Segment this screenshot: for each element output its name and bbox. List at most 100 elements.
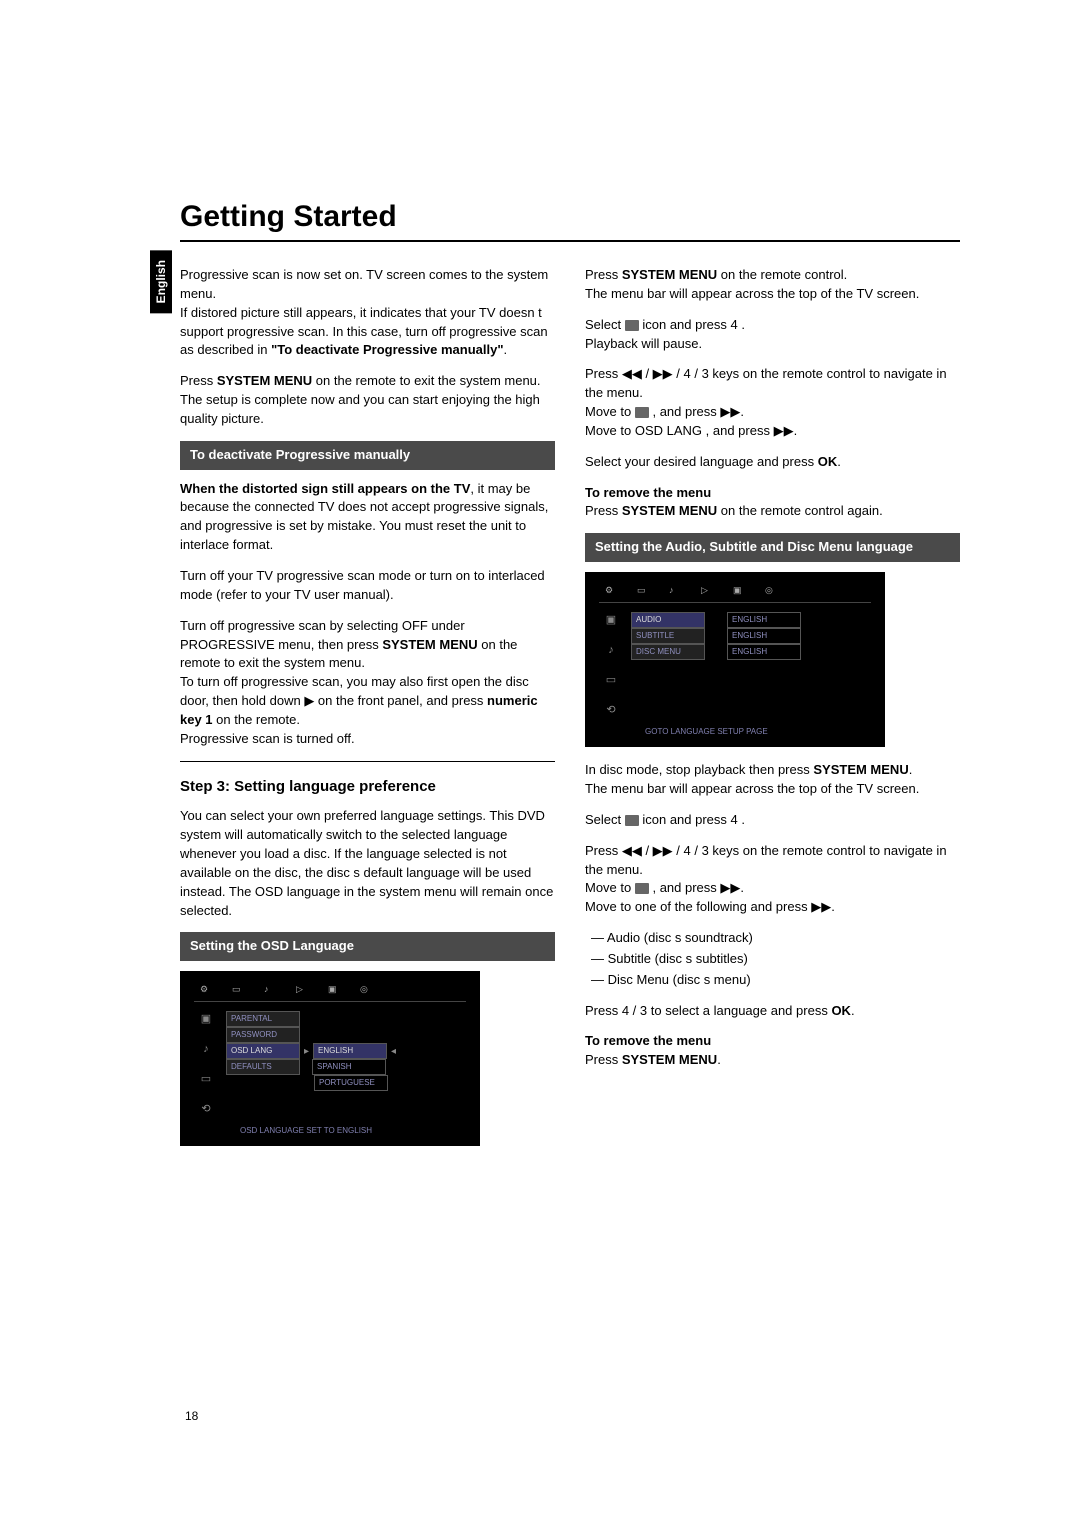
para: Press 4 / 3 to select a language and pre… [585,1002,960,1021]
page-number: 18 [185,1409,198,1423]
osd-side-icon: ♪ [608,643,614,659]
para: You can select your own preferred langua… [180,807,555,920]
para: Select your desired language and press O… [585,453,960,472]
para: Turn off your TV progressive scan mode o… [180,567,555,605]
settings-icon [625,320,639,331]
osd-option: SPANISH [312,1059,386,1075]
text: Select [585,812,625,827]
text: . [851,1003,855,1018]
para: When the distorted sign still appears on… [180,480,555,555]
osd-tab-icon: ♪ [264,983,278,995]
osd-screenshot-2: ⚙ ▭ ♪ ▷ ▣ ◎ ▣ ♪ ▭ ⟲ AUDIO ENGLISH [585,572,885,747]
text: on the remote to exit the system menu. [312,373,540,388]
osd-side-icon: ⟲ [606,703,615,719]
osd-tabs: ⚙ ▭ ♪ ▷ ▣ ◎ [599,582,871,603]
text: , and press ▶▶. [649,404,744,419]
para: Press ◀◀ / ▶▶ / 4 / 3 keys on the remote… [585,842,960,917]
osd-side-icon: ▣ [606,613,616,629]
text: Press [585,267,622,282]
osd-menu-list: PARENTAL PASSWORD OSD LANG ▸ ENGLISH ◂ D… [226,1012,466,1118]
divider [180,761,555,762]
osd-tab-icon: ♪ [669,584,683,596]
osd-tab-icon: ⚙ [605,584,619,596]
osd-tab-icon: ▭ [637,584,651,596]
para: Press SYSTEM MENU on the remote control.… [585,266,960,304]
text: icon and press 4 . [639,317,745,332]
left-column: Progressive scan is now set on. TV scree… [180,266,555,1160]
para: Turn off progressive scan by selecting O… [180,617,555,749]
osd-item: AUDIO [631,612,705,628]
text-bold: SYSTEM MENU [217,373,312,388]
osd-side-icon: ⟲ [201,1102,210,1118]
text-bold: SYSTEM MENU [382,637,477,652]
text: In disc mode, stop playback then press [585,762,813,777]
para: Press ◀◀ / ▶▶ / 4 / 3 keys on the remote… [585,365,960,440]
text: Select your desired language and press [585,454,818,469]
osd-screenshot-1: ⚙ ▭ ♪ ▷ ▣ ◎ ▣ ♪ ▭ ⟲ PARENTAL PASSWORD [180,971,480,1146]
osd-status-text: GOTO LANGUAGE SETUP PAGE [645,726,768,738]
text: . [717,1052,721,1067]
text: . [909,762,913,777]
osd-tab-icon: ▷ [296,983,310,995]
text: icon and press 4 . [639,812,745,827]
osd-item: SUBTITLE [631,628,705,644]
subheading-osd-language: Setting the OSD Language [180,932,555,961]
text-bold: To remove the menu [585,485,711,500]
text: . [837,454,841,469]
text: Press [585,1052,622,1067]
option-list: — Audio (disc s soundtrack) — Subtitle (… [585,929,960,990]
osd-tabs: ⚙ ▭ ♪ ▷ ▣ ◎ [194,981,466,1002]
osd-side-icons: ▣ ♪ ▭ ⟲ [194,1012,218,1118]
step-heading: Step 3: Setting language preference [180,776,555,798]
para: Select icon and press 4 . [585,811,960,830]
osd-item: PARENTAL [226,1011,300,1027]
osd-tab-icon: ▣ [733,584,747,596]
text-bold: OK [831,1003,851,1018]
text: on the remote control again. [717,503,883,518]
text: Press ◀◀ / ▶▶ / 4 / 3 keys on the remote… [585,843,947,877]
text-bold: SYSTEM MENU [813,762,908,777]
text: . [504,342,508,357]
para: Press SYSTEM MENU on the remote to exit … [180,372,555,429]
osd-value: ENGLISH [727,612,801,628]
content-columns: Progressive scan is now set on. TV scree… [180,266,960,1160]
text-bold: OK [818,454,838,469]
para: Select icon and press 4 . Playback will … [585,316,960,354]
para: In disc mode, stop playback then press S… [585,761,960,799]
text: Press 4 / 3 to select a language and pre… [585,1003,831,1018]
text-bold: "To deactivate Progressive manually" [271,342,503,357]
text: To turn off progressive scan, you may al… [180,674,529,708]
list-item: — Subtitle (disc s subtitles) [591,950,960,969]
subheading-deactivate: To deactivate Progressive manually [180,441,555,470]
text: Select [585,317,625,332]
list-item: — Audio (disc s soundtrack) [591,929,960,948]
text: Press ◀◀ / ▶▶ / 4 / 3 keys on the remote… [585,366,947,400]
osd-value: ENGLISH [727,644,801,660]
title-underline [180,240,960,242]
osd-status-text: OSD LANGUAGE SET TO ENGLISH [240,1125,372,1137]
osd-side-icon: ▭ [606,673,616,689]
osd-tab-icon: ◎ [765,584,779,596]
osd-item: DEFAULTS [226,1059,300,1075]
para: To remove the menu Press SYSTEM MENU on … [585,484,960,522]
pointer-icon: ◂ [387,1045,400,1060]
osd-side-icons: ▣ ♪ ▭ ⟲ [599,613,623,719]
text: The setup is complete now and you can st… [180,392,540,426]
text: , and press ▶▶. [649,880,744,895]
osd-side-icon: ▣ [201,1012,211,1028]
text-bold: To remove the menu [585,1033,711,1048]
osd-tab-icon: ▭ [232,983,246,995]
para: Progressive scan is now set on. TV scree… [180,266,555,360]
text-bold: SYSTEM MENU [622,503,717,518]
text: Progressive scan is now set on. TV scree… [180,267,548,301]
text: Press [180,373,217,388]
text: Move to one of the following and press ▶… [585,899,835,914]
osd-item: PASSWORD [226,1027,300,1043]
subheading-audio-subtitle: Setting the Audio, Subtitle and Disc Men… [585,533,960,562]
text: on the remote control. [717,267,847,282]
text: Move to OSD LANG , and press ▶▶. [585,423,797,438]
osd-item-selected: OSD LANG [226,1043,300,1059]
pointer-icon: ▸ [300,1045,313,1060]
text-bold: SYSTEM MENU [622,267,717,282]
osd-tab-icon: ⚙ [200,983,214,995]
